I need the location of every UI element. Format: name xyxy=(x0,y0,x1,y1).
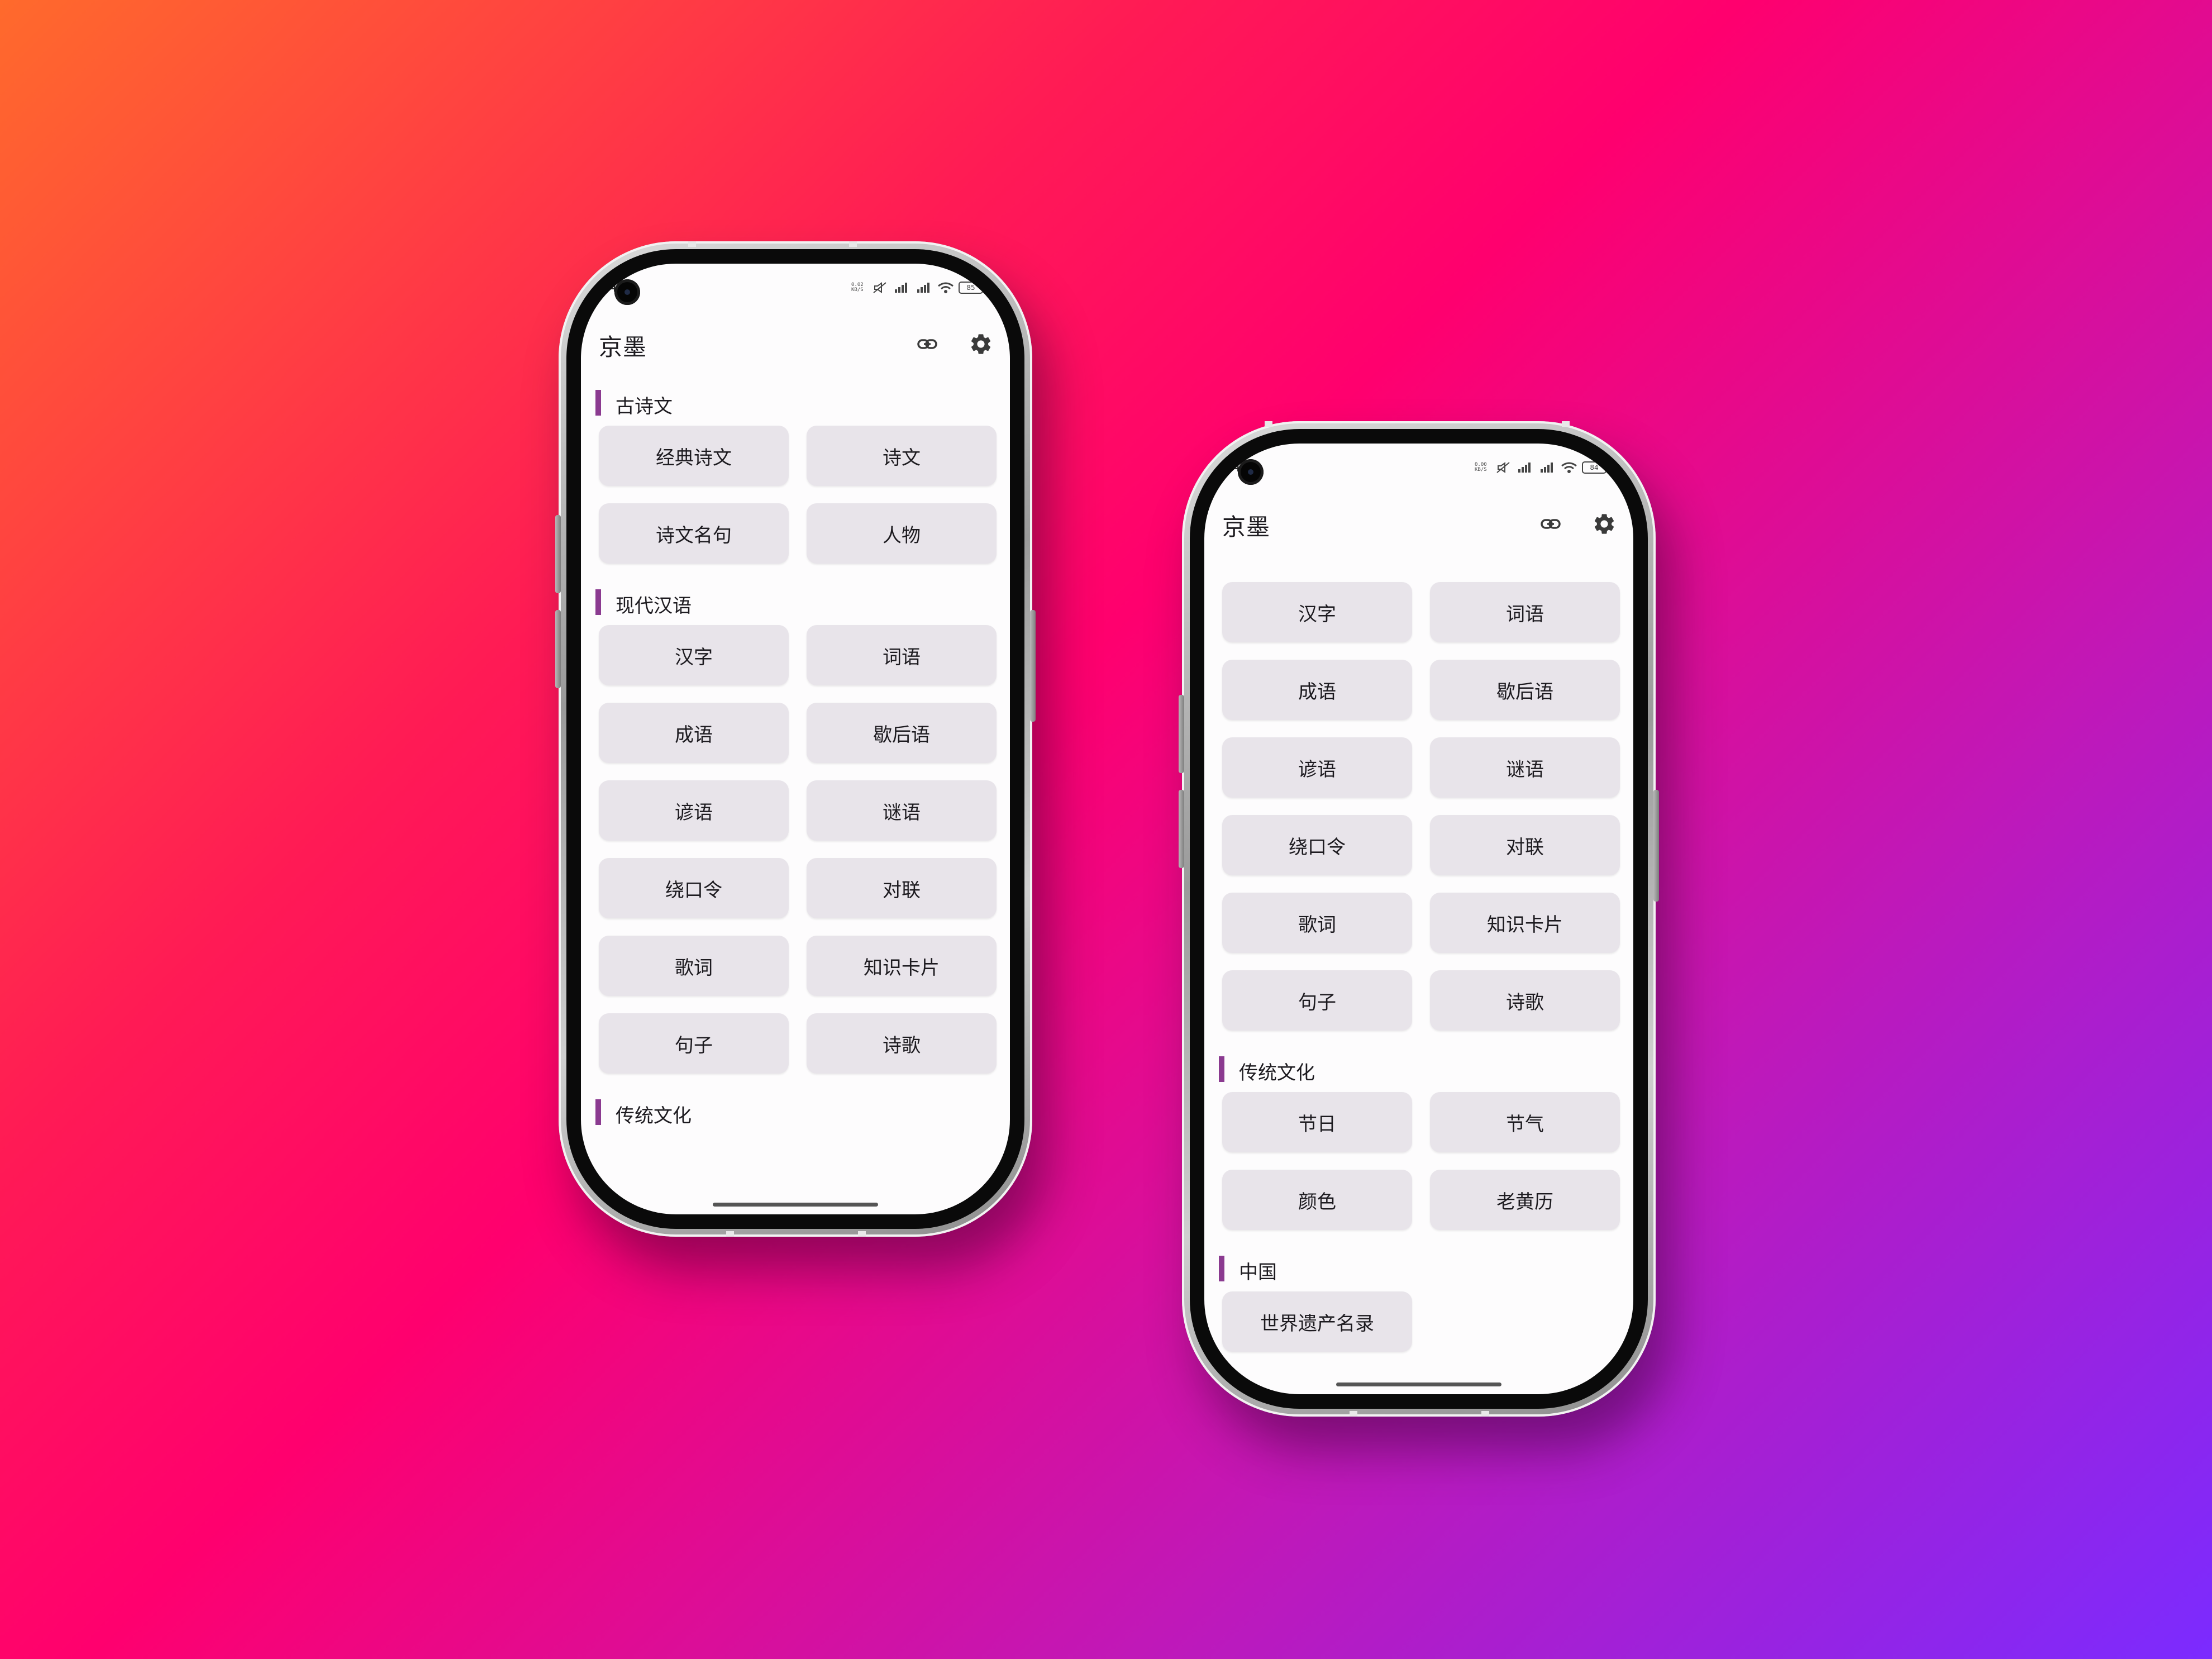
mute-icon xyxy=(873,282,886,293)
category-button[interactable]: 句子 xyxy=(1222,970,1412,1031)
category-button[interactable]: 绕口令 xyxy=(1222,815,1412,875)
section-title: 传统文化 xyxy=(1239,1062,1315,1084)
home-indicator[interactable] xyxy=(713,1203,878,1207)
volume-button xyxy=(555,515,561,593)
phone-mockup-right: 4 0.00 KB/S 84 京墨 汉字 词语 成语 歇后语 谚语 谜语 绕口令… xyxy=(1179,421,1659,1417)
section-accent-bar xyxy=(595,589,601,615)
category-button[interactable]: 成语 xyxy=(1222,660,1412,720)
status-icons: 0.02 KB/S 85 xyxy=(851,282,983,294)
category-button[interactable]: 谜语 xyxy=(1430,737,1620,798)
section-header: 中国 xyxy=(1204,1250,1633,1284)
status-bar: 4 0.02 KB/S 85 xyxy=(581,275,1010,305)
category-button[interactable]: 歇后语 xyxy=(807,703,997,763)
section-header: 现代汉语 xyxy=(581,584,1010,617)
category-grid: 世界遗产名录 xyxy=(1204,1291,1633,1352)
signal-icon xyxy=(895,283,907,293)
category-button[interactable]: 知识卡片 xyxy=(807,936,997,996)
category-button[interactable]: 歌词 xyxy=(599,936,789,996)
category-grid: 经典诗文 诗文 诗文名句 人物 xyxy=(581,426,1010,564)
category-button[interactable]: 歌词 xyxy=(1222,893,1412,953)
net-speed: 0.02 KB/S xyxy=(851,282,864,293)
volume-button xyxy=(555,610,561,688)
category-button[interactable]: 词语 xyxy=(1430,582,1620,642)
category-button[interactable]: 谚语 xyxy=(1222,737,1412,798)
section-title: 古诗文 xyxy=(616,395,673,418)
app-bar: 京墨 xyxy=(1204,499,1633,544)
section-accent-bar xyxy=(595,390,601,416)
category-button[interactable]: 经典诗文 xyxy=(599,426,789,486)
link-icon[interactable] xyxy=(1537,511,1564,537)
home-indicator[interactable] xyxy=(1336,1382,1501,1386)
app-title: 京墨 xyxy=(1222,513,1271,541)
power-button xyxy=(1653,790,1659,902)
category-button[interactable]: 绕口令 xyxy=(599,858,789,918)
category-button[interactable]: 汉字 xyxy=(599,625,789,685)
category-button[interactable]: 老黄历 xyxy=(1430,1170,1620,1230)
category-button[interactable]: 节日 xyxy=(1222,1092,1412,1152)
link-icon[interactable] xyxy=(914,331,941,357)
category-button[interactable]: 成语 xyxy=(599,703,789,763)
phone-screen: 4 0.00 KB/S 84 京墨 汉字 词语 成语 歇后语 谚语 谜语 绕口令… xyxy=(1204,444,1633,1394)
category-button[interactable]: 谚语 xyxy=(599,780,789,841)
app-bar: 京墨 xyxy=(581,320,1010,364)
category-button[interactable]: 汉字 xyxy=(1222,582,1412,642)
category-button[interactable]: 诗歌 xyxy=(1430,970,1620,1031)
section-accent-bar xyxy=(1219,1056,1224,1082)
main-content: 汉字 词语 成语 歇后语 谚语 谜语 绕口令 对联 歌词 知识卡片 句子 诗歌传统文化节日 节气 颜色 老黄… xyxy=(1204,582,1633,1394)
category-button[interactable]: 诗文名句 xyxy=(599,503,789,564)
phone-mockup-left: 4 0.02 KB/S 85 京墨 古诗文 经典诗文 诗文 诗文名句 人物 现代… xyxy=(555,241,1036,1237)
main-content: 古诗文经典诗文 诗文 诗文名句 人物现代汉语汉字 词语 成语 歇后语 谚语 谜语 绕口令 对联 歌词知… xyxy=(581,384,1010,1214)
category-button[interactable]: 人物 xyxy=(807,503,997,564)
category-button[interactable]: 句子 xyxy=(599,1013,789,1074)
gear-icon[interactable] xyxy=(967,331,994,357)
section-header: 传统文化 xyxy=(581,1094,1010,1127)
app-title: 京墨 xyxy=(599,333,647,361)
volume-button xyxy=(1179,790,1184,868)
section-header: 传统文化 xyxy=(1204,1051,1633,1084)
category-grid: 汉字 词语 成语 歇后语 谚语 谜语 绕口令 对联 歌词 知识卡片 句子 诗歌 xyxy=(1204,582,1633,1031)
front-camera xyxy=(614,279,640,305)
mute-icon xyxy=(1496,462,1510,473)
power-button xyxy=(1030,610,1036,722)
category-button[interactable]: 对联 xyxy=(1430,815,1620,875)
category-button[interactable]: 知识卡片 xyxy=(1430,893,1620,953)
category-button[interactable]: 谜语 xyxy=(807,780,997,841)
category-button[interactable]: 歇后语 xyxy=(1430,660,1620,720)
section-accent-bar xyxy=(595,1099,601,1125)
category-button[interactable]: 节气 xyxy=(1430,1092,1620,1152)
volume-button xyxy=(1179,695,1184,773)
net-speed: 0.00 KB/S xyxy=(1475,462,1487,473)
status-icons: 0.00 KB/S 84 xyxy=(1475,461,1606,474)
wifi-icon xyxy=(938,282,954,293)
signal-icon xyxy=(1518,463,1531,473)
section-accent-bar xyxy=(1219,1256,1224,1281)
category-button[interactable]: 世界遗产名录 xyxy=(1222,1291,1412,1352)
wifi-icon xyxy=(1561,462,1577,473)
phone-screen: 4 0.02 KB/S 85 京墨 古诗文 经典诗文 诗文 诗文名句 人物 现代… xyxy=(581,264,1010,1214)
category-button[interactable]: 对联 xyxy=(807,858,997,918)
section-title: 中国 xyxy=(1239,1261,1277,1284)
category-button[interactable]: 诗歌 xyxy=(807,1013,997,1074)
category-grid: 节日 节气 颜色 老黄历 xyxy=(1204,1092,1633,1230)
signal-icon xyxy=(1541,463,1553,473)
status-bar: 4 0.00 KB/S 84 xyxy=(1204,455,1633,485)
battery-icon: 84 xyxy=(1582,461,1606,474)
section-header: 古诗文 xyxy=(581,384,1010,418)
category-button[interactable]: 颜色 xyxy=(1222,1170,1412,1230)
gear-icon[interactable] xyxy=(1591,511,1618,537)
section-title: 传统文化 xyxy=(616,1105,692,1127)
category-button[interactable]: 词语 xyxy=(807,625,997,685)
signal-icon xyxy=(917,283,929,293)
battery-icon: 85 xyxy=(959,282,983,294)
category-grid: 汉字 词语 成语 歇后语 谚语 谜语 绕口令 对联 歌词 知识卡片 句子 诗歌 xyxy=(581,625,1010,1074)
front-camera xyxy=(1238,459,1264,485)
category-button[interactable]: 诗文 xyxy=(807,426,997,486)
section-title: 现代汉语 xyxy=(616,595,692,617)
